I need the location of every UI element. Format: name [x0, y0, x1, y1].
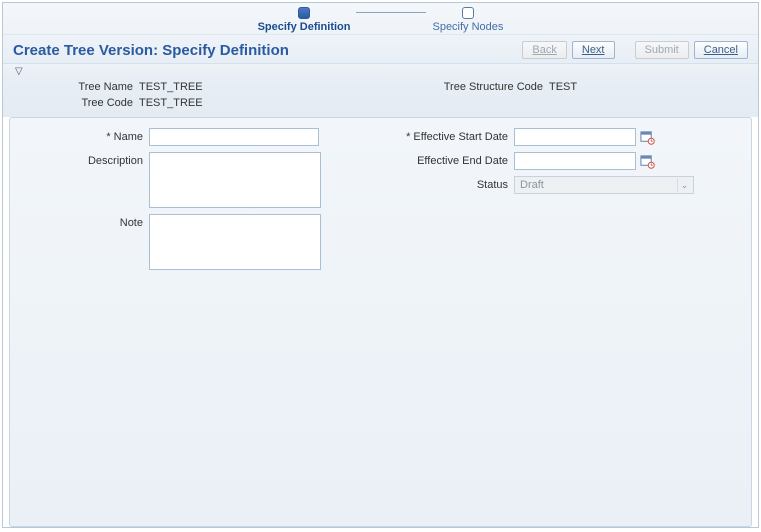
description-input[interactable]: [149, 152, 321, 208]
page-title: Create Tree Version: Specify Definition: [13, 42, 289, 59]
tree-name-label: Tree Name: [13, 81, 133, 93]
status-label: Status: [378, 176, 508, 191]
train-step-specify-nodes[interactable]: Specify Nodes: [432, 7, 503, 33]
calendar-icon[interactable]: [640, 130, 655, 145]
effective-end-date-input[interactable]: [514, 152, 636, 170]
back-button: Back: [522, 41, 566, 59]
tree-structure-code-label: Tree Structure Code: [413, 81, 543, 93]
tree-code-label: Tree Code: [13, 97, 133, 109]
description-label: Description: [18, 152, 143, 167]
train-connector: [356, 12, 426, 13]
next-button[interactable]: Next: [572, 41, 615, 59]
tree-structure-code-value: TEST: [549, 81, 577, 93]
submit-button: Submit: [635, 41, 689, 59]
form-panel: Name Description Note Effective Start Da…: [9, 117, 752, 527]
note-input[interactable]: [149, 214, 321, 270]
name-label: Name: [18, 128, 143, 143]
status-select: Draft ⌄: [514, 176, 694, 194]
train-stop-icon: [462, 7, 474, 19]
note-label: Note: [18, 214, 143, 229]
tree-name-value: TEST_TREE: [139, 81, 203, 93]
tree-code-value: TEST_TREE: [139, 97, 203, 109]
cancel-button[interactable]: Cancel: [694, 41, 748, 59]
effective-start-date-label: Effective Start Date: [378, 128, 508, 143]
status-value: Draft: [520, 179, 544, 191]
effective-start-date-input[interactable]: [514, 128, 636, 146]
context-info: Tree Name TEST_TREE Tree Code TEST_TREE …: [3, 77, 758, 117]
calendar-icon[interactable]: [640, 154, 655, 169]
wizard-train: Specify Definition Specify Nodes: [3, 3, 758, 35]
train-step-specify-definition[interactable]: Specify Definition: [258, 7, 351, 33]
chevron-down-icon: ⌄: [677, 178, 691, 192]
disclosure-toggle-icon[interactable]: ▽: [3, 64, 758, 77]
train-step-label: Specify Nodes: [432, 21, 503, 33]
name-input[interactable]: [149, 128, 319, 146]
train-step-label: Specify Definition: [258, 21, 351, 33]
train-stop-icon: [298, 7, 310, 19]
effective-end-date-label: Effective End Date: [378, 152, 508, 167]
